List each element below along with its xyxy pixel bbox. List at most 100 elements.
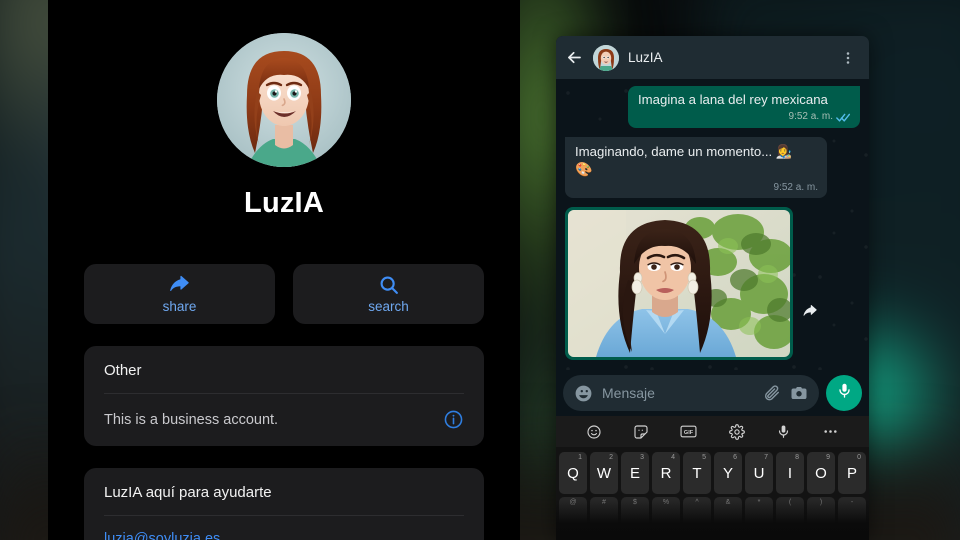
key-sup: ) bbox=[819, 499, 823, 506]
message-extra-emoji: 🎨 bbox=[575, 160, 593, 177]
key-enie[interactable]: - bbox=[838, 497, 866, 539]
key-sup: 3 bbox=[640, 454, 644, 461]
forward-arrow-icon[interactable] bbox=[802, 303, 819, 320]
help-card-title: LuzIA aquí para ayudarte bbox=[104, 484, 272, 501]
key-d[interactable]: $ bbox=[621, 497, 649, 539]
key-s[interactable]: # bbox=[590, 497, 618, 539]
key-r[interactable]: 4R bbox=[652, 452, 680, 494]
key-sup: $ bbox=[633, 499, 637, 506]
key-sup: ^ bbox=[695, 499, 699, 506]
keyboard-row-1: 1Q 2W 3E 4R 5T 6Y 7U 8I 9O 0P bbox=[559, 452, 866, 494]
key-i[interactable]: 8I bbox=[776, 452, 804, 494]
key-q[interactable]: 1Q bbox=[559, 452, 587, 494]
message-bubble-outgoing[interactable]: Imagina a lana del rey mexicana 9:52 a. … bbox=[628, 86, 860, 128]
key-o[interactable]: 9O bbox=[807, 452, 835, 494]
key-w[interactable]: 2W bbox=[590, 452, 618, 494]
search-button[interactable]: search bbox=[293, 264, 484, 324]
chat-title: LuzIA bbox=[628, 50, 663, 65]
key-e[interactable]: 3E bbox=[621, 452, 649, 494]
key-sup: ( bbox=[788, 499, 792, 506]
key-label: Y bbox=[722, 464, 733, 482]
key-label: R bbox=[660, 464, 672, 482]
message-bubble-image[interactable] bbox=[565, 206, 817, 360]
message-bubble-incoming[interactable]: Imaginando, dame un momento... 👩‍🎨 🎨 9:5… bbox=[565, 136, 827, 198]
message-input-pill[interactable]: Mensaje bbox=[563, 375, 819, 411]
key-u[interactable]: 7U bbox=[745, 452, 773, 494]
key-label: Q bbox=[567, 464, 579, 482]
message-list: Imagina a lana del rey mexicana 9:52 a. … bbox=[556, 79, 869, 360]
key-sup: 1 bbox=[578, 454, 582, 461]
microphone-icon[interactable] bbox=[776, 424, 791, 439]
keyboard-row-2: @ # $ % ^ & * ( ) - bbox=[559, 497, 866, 539]
other-card-title: Other bbox=[104, 362, 142, 379]
message-timestamp: 9:52 a. m. bbox=[788, 110, 833, 122]
key-sup: 4 bbox=[671, 454, 675, 461]
keyboard-toolbar: GIF bbox=[556, 416, 869, 447]
message-text: Imagina a lana del rey mexicana bbox=[638, 92, 828, 107]
message-input-placeholder: Mensaje bbox=[602, 385, 655, 401]
message-meta: 9:52 a. m. bbox=[638, 111, 851, 124]
search-button-label: search bbox=[368, 299, 409, 314]
settings-gear-icon[interactable] bbox=[728, 423, 745, 440]
chat-message-area[interactable]: Imagina a lana del rey mexicana 9:52 a. … bbox=[556, 79, 869, 370]
key-l[interactable]: ) bbox=[807, 497, 835, 539]
help-card-email-link[interactable]: luzia@soyluzia.es bbox=[84, 516, 484, 540]
key-a[interactable]: @ bbox=[559, 497, 587, 539]
info-icon[interactable] bbox=[443, 409, 464, 430]
read-receipt-icon bbox=[836, 112, 851, 123]
message-text: Imaginando, dame un momento... 👩‍🎨 bbox=[575, 143, 793, 159]
on-screen-keyboard[interactable]: 1Q 2W 3E 4R 5T 6Y 7U 8I 9O 0P @ # $ % ^ … bbox=[556, 447, 869, 540]
chat-header: LuzIA bbox=[556, 36, 869, 79]
business-account-text: This is a business account. bbox=[104, 411, 279, 428]
svg-text:GIF: GIF bbox=[684, 430, 694, 436]
key-sup: 9 bbox=[826, 454, 830, 461]
message-meta: 9:52 a. m. bbox=[575, 181, 818, 194]
key-sup: # bbox=[602, 499, 606, 506]
key-sup: 7 bbox=[764, 454, 768, 461]
profile-avatar[interactable] bbox=[217, 33, 351, 167]
share-icon bbox=[168, 274, 192, 296]
profile-panel: LuzIA share search Other This is a busin… bbox=[48, 0, 520, 540]
key-j[interactable]: * bbox=[745, 497, 773, 539]
sticker-icon[interactable] bbox=[633, 424, 649, 440]
key-p[interactable]: 0P bbox=[838, 452, 866, 494]
key-sup: & bbox=[725, 499, 731, 506]
key-label: T bbox=[692, 464, 702, 482]
more-vertical-icon[interactable] bbox=[837, 50, 859, 66]
help-card: LuzIA aquí para ayudarte luzia@soyluzia.… bbox=[84, 468, 484, 540]
emoji-icon[interactable] bbox=[574, 384, 593, 403]
voice-record-button[interactable] bbox=[826, 375, 862, 411]
key-sup: 5 bbox=[702, 454, 706, 461]
key-t[interactable]: 5T bbox=[683, 452, 711, 494]
message-timestamp: 9:52 a. m. bbox=[773, 181, 818, 193]
back-arrow-icon[interactable] bbox=[565, 48, 584, 67]
other-card: Other This is a business account. bbox=[84, 346, 484, 446]
business-account-row[interactable]: This is a business account. bbox=[84, 394, 484, 446]
key-sup: 8 bbox=[795, 454, 799, 461]
key-f[interactable]: % bbox=[652, 497, 680, 539]
key-label: O bbox=[815, 464, 827, 482]
key-sup: @ bbox=[569, 499, 577, 506]
key-g[interactable]: ^ bbox=[683, 497, 711, 539]
key-sup: 6 bbox=[733, 454, 737, 461]
more-horizontal-icon[interactable] bbox=[822, 423, 839, 440]
share-button-label: share bbox=[162, 299, 197, 314]
share-button[interactable]: share bbox=[84, 264, 275, 324]
key-y[interactable]: 6Y bbox=[714, 452, 742, 494]
key-h[interactable]: & bbox=[714, 497, 742, 539]
key-sup: * bbox=[757, 499, 761, 506]
key-k[interactable]: ( bbox=[776, 497, 804, 539]
chat-avatar[interactable] bbox=[593, 44, 619, 71]
camera-icon[interactable] bbox=[790, 384, 808, 402]
paperclip-icon[interactable] bbox=[763, 384, 781, 402]
key-label: W bbox=[596, 464, 612, 482]
microphone-icon bbox=[836, 382, 853, 404]
key-label: P bbox=[846, 464, 857, 482]
page-title: LuzIA bbox=[244, 187, 324, 219]
search-icon bbox=[378, 274, 400, 296]
generated-image[interactable] bbox=[568, 209, 790, 357]
gif-icon[interactable]: GIF bbox=[680, 424, 697, 439]
emoji-smiley-icon[interactable] bbox=[586, 424, 602, 440]
key-sup: 0 bbox=[857, 454, 861, 461]
profile-avatar-wrap bbox=[48, 33, 520, 167]
